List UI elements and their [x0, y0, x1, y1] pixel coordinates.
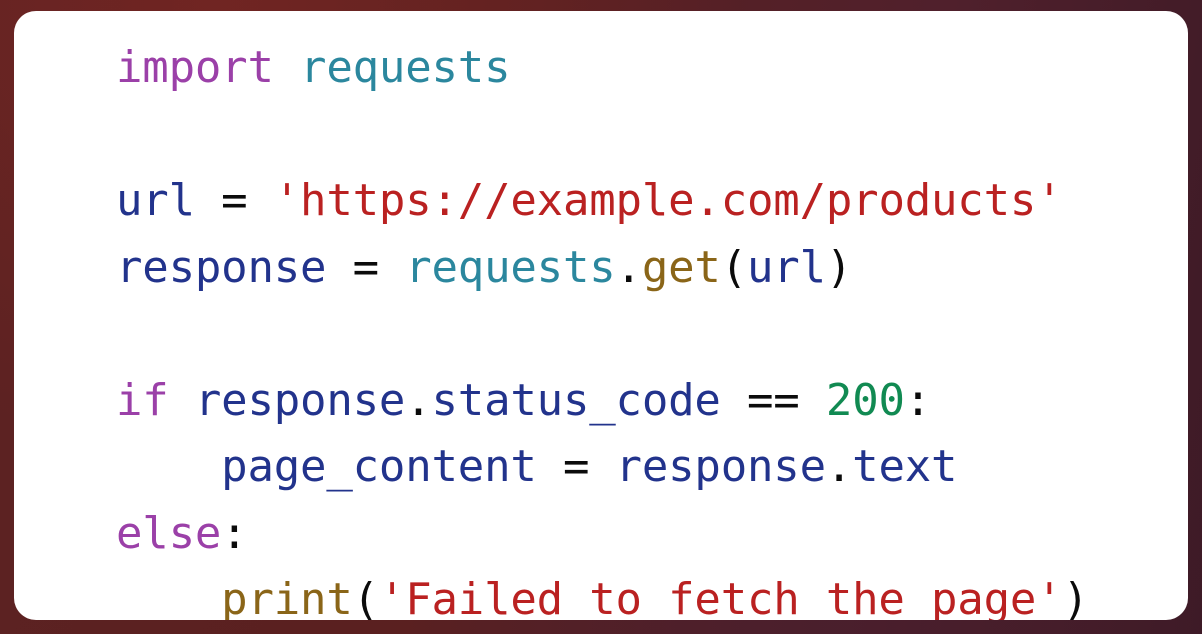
- code-line-5: if response.status_code == 200:: [116, 368, 1089, 435]
- token-punct: (: [352, 574, 379, 620]
- python-code-block[interactable]: import requests url = 'https://example.c…: [116, 35, 1089, 620]
- token-name: page_content: [221, 441, 537, 492]
- token-name: status_code: [431, 374, 721, 426]
- code-card-frame: import requests url = 'https://example.c…: [0, 0, 1202, 634]
- code-line-2: url = 'https://example.com/products': [116, 168, 1089, 235]
- token-punct: .: [825, 441, 853, 492]
- token-name: url: [116, 175, 195, 226]
- token-keyword: if: [116, 374, 169, 426]
- token-punct: ): [1062, 574, 1089, 620]
- token-name: text: [852, 441, 958, 492]
- token-module: requests: [405, 241, 616, 293]
- token-punct: :: [904, 374, 932, 426]
- token-operator: =: [352, 241, 379, 293]
- token-operator: ==: [747, 374, 800, 426]
- token-operator: =: [221, 175, 248, 226]
- code-line-7: else:: [116, 501, 1089, 568]
- code-surface: import requests url = 'https://example.c…: [14, 11, 1188, 620]
- code-line-3: response = requests.get(url): [116, 235, 1089, 302]
- token-builtin: get: [641, 241, 721, 293]
- code-line-6: page_content = response.text: [116, 434, 1089, 501]
- token-name: url: [747, 241, 826, 293]
- code-line-8: print('Failed to fetch the page'): [116, 567, 1089, 620]
- token-punct: .: [405, 374, 432, 426]
- token-punct: .: [615, 241, 642, 293]
- token-string: 'Failed to fetch the page': [378, 574, 1063, 620]
- token-punct: :: [221, 507, 248, 559]
- token-punct: (: [720, 241, 748, 293]
- token-builtin: print: [221, 574, 353, 620]
- token-punct: ): [825, 241, 853, 293]
- token-number: 200: [825, 374, 905, 426]
- token-operator: =: [562, 441, 590, 492]
- token-name: response: [194, 374, 406, 426]
- token-keyword: import: [116, 42, 274, 93]
- token-name: response: [116, 241, 327, 293]
- code-line-0: import requests: [116, 35, 1089, 102]
- token-keyword: else: [116, 507, 222, 559]
- token-name: response: [615, 441, 827, 492]
- token-string: 'https://example.com/products': [273, 175, 1063, 226]
- token-module: requests: [300, 42, 511, 93]
